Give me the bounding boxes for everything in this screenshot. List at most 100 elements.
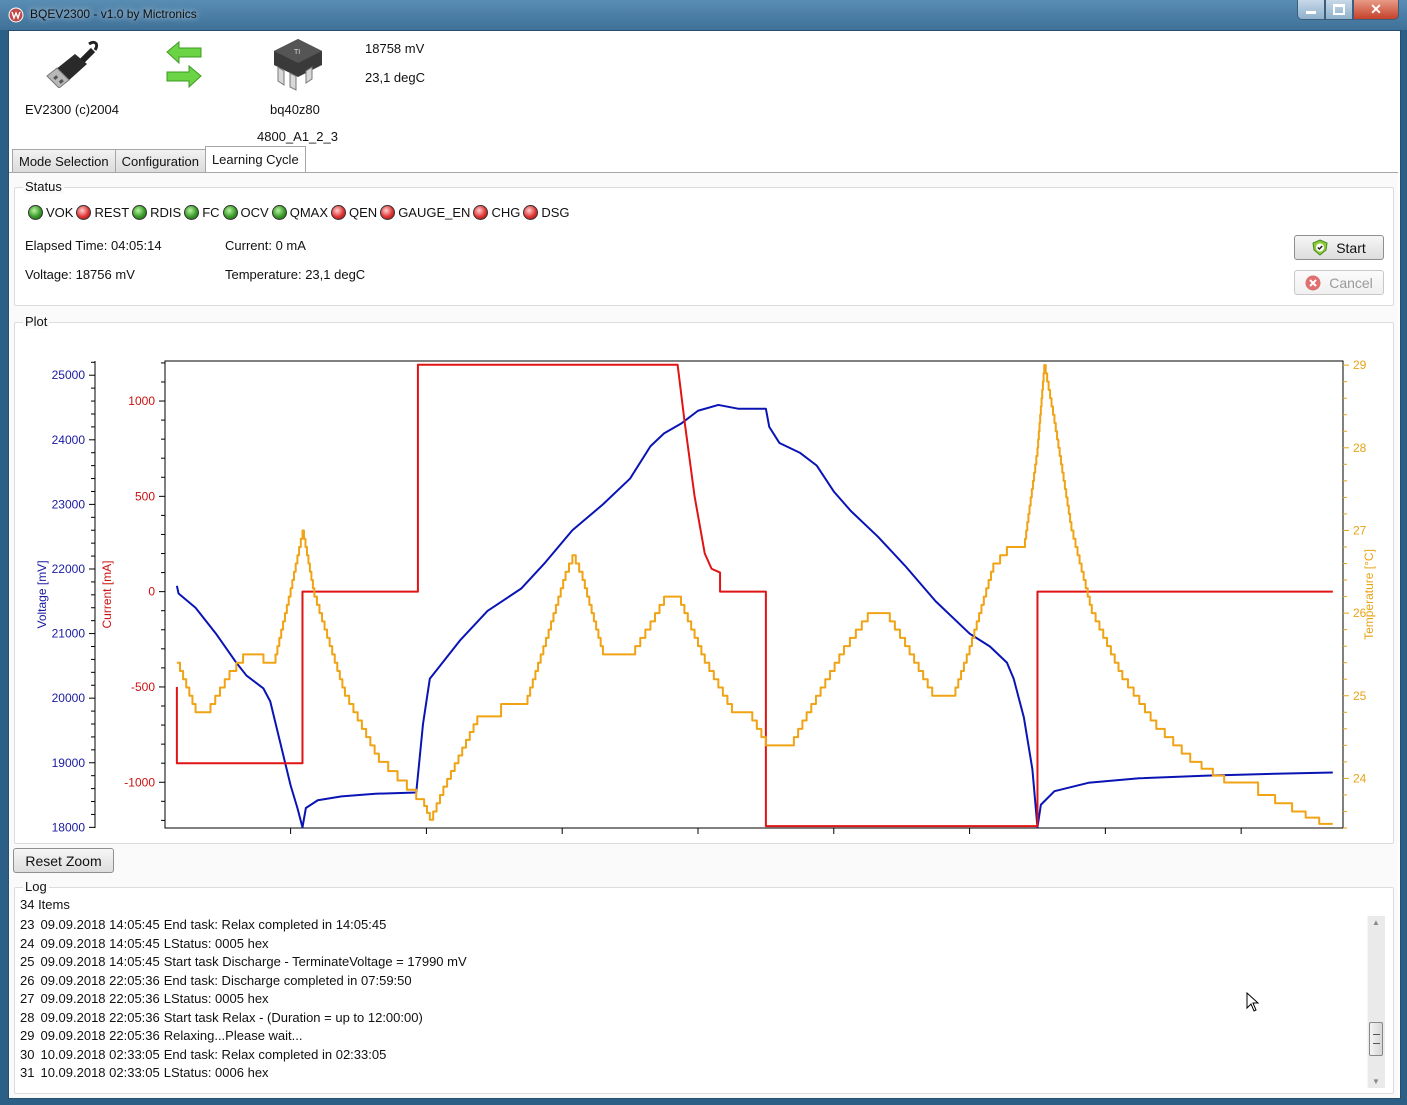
status-flag-rdis: RDIS	[132, 205, 181, 220]
log-entry[interactable]: 30 10.09.2018 02:33:05 End task: Relax com…	[20, 1046, 1360, 1065]
svg-text:TI: TI	[294, 49, 300, 56]
x-tick-label: 04:00:00	[1220, 842, 1262, 843]
chip-label: bq40z80	[270, 102, 320, 117]
status-flag-gauge-en: GAUGE_EN	[380, 205, 470, 220]
log-index: 31	[20, 1065, 35, 1080]
status-flag-dsg: DSG	[523, 205, 570, 220]
tab-label: Learning Cycle	[211, 152, 299, 167]
log-group: Log 34 Items 23 09.09.2018 14:05:45 End ta…	[14, 879, 1394, 1094]
main-window: EV2300 (c)2004 TI bq40z80 4800_A1_2_3 18…	[8, 30, 1401, 1099]
x-tick-label: 16:00:00	[813, 842, 855, 843]
log-list[interactable]: 23 09.09.2018 14:05:45 End task: Relax com…	[20, 916, 1360, 1083]
led-red-icon	[76, 205, 92, 220]
app-icon	[8, 7, 24, 23]
minimize-button[interactable]	[1297, 0, 1325, 20]
current-tick-label: 1000	[128, 394, 155, 408]
voltage-tick-label: 20000	[52, 691, 86, 705]
status-flag-label: VOK	[46, 205, 74, 220]
status-flag-qmax: QMAX	[271, 205, 329, 220]
learning-cycle-chart[interactable]: 00:00:00 04:00:00 08:00:00 12:00:00 16:00:00…	[15, 323, 1393, 843]
log-entry[interactable]: 25 09.09.2018 14:05:45 Start task Discharg…	[20, 953, 1360, 972]
start-button[interactable]: Start	[1294, 235, 1384, 260]
log-message: LStatus: 0005 hex	[163, 991, 269, 1006]
status-group: Status VOK REST RDIS FC OCV QMAX QEN GAUGE_EN CH…	[14, 179, 1394, 306]
log-entry[interactable]: 31 10.09.2018 02:33:05 LStatus: 0006 hex	[20, 1064, 1360, 1083]
tab-configuration[interactable]: Configuration	[114, 149, 206, 172]
log-message: LStatus: 0005 hex	[163, 935, 269, 951]
led-red-icon	[473, 205, 489, 220]
adapter-label: EV2300 (c)2004	[25, 102, 119, 117]
log-entry[interactable]: 24 09.09.2018 14:05:45 LStatus: 0005 hex	[20, 935, 1360, 954]
status-flag-label: RDIS	[150, 205, 182, 220]
voltage-tick-label: 18000	[52, 820, 86, 834]
tab-mode-selection[interactable]: Mode Selection	[12, 149, 116, 172]
x-tick-label: 00:00:00	[270, 842, 312, 843]
status-flag-chg: CHG	[473, 205, 520, 220]
log-timestamp: 09.09.2018 22:05:36	[40, 972, 160, 988]
x-tick-label: 20:00:00	[949, 842, 991, 843]
status-flag-label: GAUGE_EN	[398, 205, 471, 220]
led-red-icon	[331, 205, 347, 220]
log-index: 27	[20, 991, 35, 1006]
scroll-thumb[interactable]	[1369, 1022, 1383, 1056]
log-entry[interactable]: 26 09.09.2018 22:05:36 End task: Discharge…	[20, 972, 1360, 991]
log-message: LStatus: 0006 hex	[163, 1065, 269, 1080]
start-label: Start	[1336, 239, 1366, 256]
status-flag-label: FC	[202, 205, 220, 220]
voltage-tick-label: 23000	[52, 497, 86, 511]
close-icon: ✕	[1370, 1, 1382, 17]
scroll-up-icon[interactable]: ▲	[1372, 918, 1380, 927]
scroll-down-icon[interactable]: ▼	[1372, 1077, 1380, 1086]
log-message: End task: Relax completed in 02:33:05	[163, 1046, 387, 1062]
mouse-cursor-icon	[1246, 992, 1260, 1012]
status-flag-vok: VOK	[28, 205, 73, 220]
temperature-tick-label: 24	[1353, 771, 1367, 785]
voltage-tick-label: 21000	[52, 627, 86, 641]
usb-plug-icon	[46, 40, 99, 88]
x-tick-label: 00:00:00	[1084, 842, 1126, 843]
window-title: BQEV2300 - v1.0 by Mictronics	[30, 7, 197, 21]
status-voltage: Voltage: 18756 mV	[25, 267, 135, 282]
cancel-button[interactable]: Cancel	[1294, 270, 1384, 295]
led-green-icon	[271, 205, 287, 220]
current-tick-label: -500	[131, 680, 155, 694]
plot-area[interactable]	[164, 360, 1344, 829]
device-voltage: 18758 mV	[365, 41, 425, 56]
status-group-label: Status	[23, 179, 64, 194]
maximize-button[interactable]	[1325, 0, 1353, 20]
log-entry[interactable]: 28 09.09.2018 22:05:36 Start task Relax - …	[20, 1009, 1360, 1028]
log-entry[interactable]: 23 09.09.2018 14:05:45 End task: Relax com…	[20, 916, 1360, 935]
log-message: Start task Discharge - TerminateVoltage …	[163, 954, 467, 969]
log-timestamp: 09.09.2018 14:05:45	[40, 935, 160, 951]
plot-group: Plot 00:00:0004:00:0008:00:0012:00:0016:…	[14, 314, 1394, 844]
log-timestamp: 09.09.2018 22:05:36	[40, 1028, 160, 1043]
reset-zoom-button[interactable]: Reset Zoom	[13, 848, 114, 873]
shield-check-icon	[1312, 239, 1328, 256]
reset-zoom-label: Reset Zoom	[25, 852, 102, 869]
title-bar: BQEV2300 - v1.0 by Mictronics ✕	[0, 0, 1407, 30]
current-tick-label: 0	[148, 585, 155, 599]
log-entry[interactable]: 29 09.09.2018 22:05:36 Relaxing...Please w…	[20, 1027, 1360, 1046]
led-red-icon	[380, 205, 396, 220]
status-temperature: Temperature: 23,1 degC	[225, 267, 366, 282]
status-current: Current: 0 mA	[225, 238, 306, 253]
log-entry[interactable]: 27 09.09.2018 22:05:36 LStatus: 0005 hex	[20, 990, 1360, 1009]
status-flag-fc: FC	[184, 205, 220, 220]
device-bar: EV2300 (c)2004 TI bq40z80 4800_A1_2_3 18…	[9, 31, 1400, 149]
log-index: 26	[20, 972, 35, 988]
grip-icon	[1373, 1034, 1380, 1044]
status-flag-label: DSG	[541, 205, 570, 220]
log-scrollbar[interactable]: ▲ ▼	[1367, 916, 1385, 1088]
maximize-icon	[1333, 4, 1345, 15]
close-button[interactable]: ✕	[1353, 0, 1399, 20]
log-message: Start task Relax - (Duration = up to 12:…	[163, 1009, 423, 1025]
temperature-tick-label: 25	[1353, 689, 1367, 703]
x-tick-label: 04:00:00	[405, 842, 447, 843]
status-flag-label: QMAX	[289, 205, 329, 220]
log-index: 24	[20, 935, 35, 951]
chip-firmware: 4800_A1_2_3	[257, 129, 338, 144]
x-tick-label: 08:00:00	[541, 842, 583, 843]
led-green-icon	[132, 205, 148, 220]
tab-learning-cycle[interactable]: Learning Cycle	[204, 146, 306, 172]
status-flag-qen: QEN	[331, 205, 377, 220]
